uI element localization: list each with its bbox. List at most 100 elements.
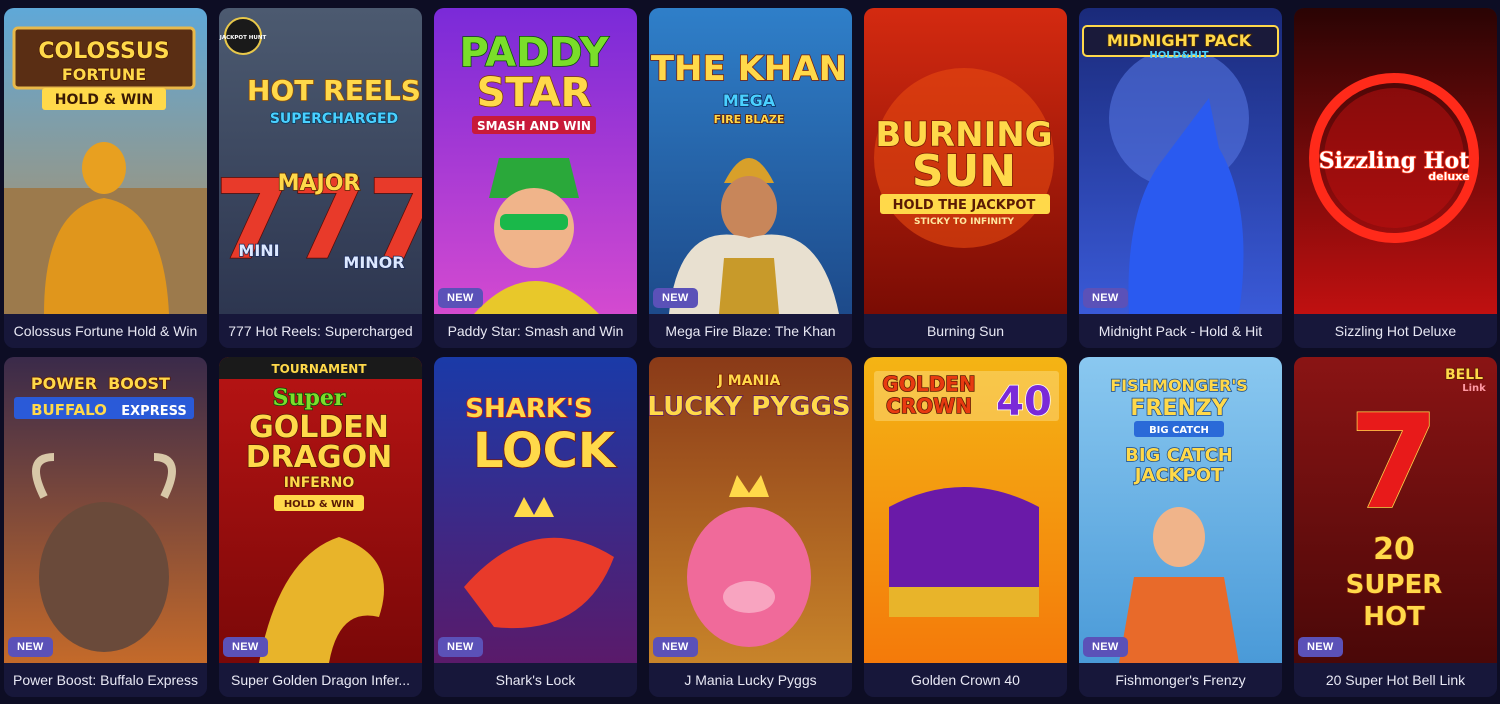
- game-title: 20 Super Hot Bell Link: [1325, 672, 1466, 688]
- new-badge: NEW: [438, 637, 483, 657]
- game-title-bar[interactable]: Golden Crown 40: [864, 663, 1067, 697]
- game-title: J Mania Lucky Pyggs: [684, 672, 817, 688]
- game-artwork: POWER BOOSTBUFFALO EXPRESS: [4, 357, 207, 663]
- game-tile[interactable]: FISHMONGER'S FRENZY BIG CATCH BIG CATCH JACK…: [1079, 357, 1282, 697]
- game-thumbnail[interactable]: MIDNIGHT PACK HOLD&HIT NEW: [1079, 8, 1282, 314]
- game-thumbnail[interactable]: POWER BOOST BUFFALO EXPRESS NEW: [4, 357, 207, 663]
- logo-text-3: 20: [1373, 532, 1415, 567]
- game-tile[interactable]: MIDNIGHT PACK HOLD&HIT NEW Midnight Pack - …: [1079, 8, 1282, 348]
- logo-text-4: DRAGON: [246, 440, 392, 475]
- game-title: Paddy Star: Smash and Win: [447, 323, 624, 339]
- logo-text-2: deluxe: [1428, 170, 1470, 183]
- logo-text-2: LOCK: [473, 423, 617, 479]
- logo-text-1: GOLDEN: [882, 372, 975, 396]
- game-title-bar[interactable]: Mega Fire Blaze: The Khan: [649, 314, 852, 348]
- game-tile[interactable]: J MANIA LUCKY PYGGS NEW J Mania Lucky Pyggs: [649, 357, 852, 697]
- logo-text-2: BOOST: [108, 374, 170, 393]
- game-tile[interactable]: COLOSSUS FORTUNE HOLD & WIN Colossus Fortun…: [4, 8, 207, 348]
- game-title: Burning Sun: [926, 323, 1005, 339]
- game-title: Midnight Pack - Hold & Hit: [1098, 323, 1263, 339]
- game-artwork: SHARK'SLOCK: [434, 357, 637, 663]
- game-tile[interactable]: JACKPOT HUNT HOT REELS SUPERCHARGED 777 MAJO…: [219, 8, 422, 348]
- game-thumbnail[interactable]: Sizzling Hot deluxe: [1294, 8, 1497, 314]
- game-title: Super Golden Dragon Infer...: [231, 672, 410, 688]
- new-badge: NEW: [1298, 637, 1343, 657]
- game-title: Fishmonger's Frenzy: [1115, 672, 1246, 688]
- game-tile[interactable]: POWER BOOST BUFFALO EXPRESS NEW Power Boost: …: [4, 357, 207, 697]
- game-title: Golden Crown 40: [911, 672, 1020, 688]
- game-thumbnail[interactable]: FISHMONGER'S FRENZY BIG CATCH BIG CATCH JACK…: [1079, 357, 1282, 663]
- logo-text-3: HOLD & WIN: [55, 92, 154, 108]
- logo-text-4: EXPRESS: [121, 404, 186, 419]
- game-title-bar[interactable]: J Mania Lucky Pyggs: [649, 663, 852, 697]
- logo-text-1: FISHMONGER'S: [1110, 376, 1248, 395]
- game-title-bar[interactable]: Colossus Fortune Hold & Win: [4, 314, 207, 348]
- game-title: Power Boost: Buffalo Express: [13, 672, 198, 688]
- game-thumbnail[interactable]: J MANIA LUCKY PYGGS NEW: [649, 357, 852, 663]
- game-title-bar[interactable]: Fishmonger's Frenzy: [1079, 663, 1282, 697]
- game-thumbnail[interactable]: GOLDEN CROWN 40: [864, 357, 1067, 663]
- logo-text-5: JACKPOT: [1133, 465, 1224, 486]
- new-badge: NEW: [1083, 288, 1128, 308]
- logo-text-6: HOLD & WIN: [284, 499, 354, 510]
- game-thumbnail[interactable]: JACKPOT HUNT HOT REELS SUPERCHARGED 777 MAJO…: [219, 8, 422, 314]
- game-thumbnail[interactable]: TOURNAMENT Super GOLDEN DRAGON INFERNO HOLD &…: [219, 357, 422, 663]
- game-title-bar[interactable]: Midnight Pack - Hold & Hit: [1079, 314, 1282, 348]
- game-title-bar[interactable]: 777 Hot Reels: Supercharged: [219, 314, 422, 348]
- logo-text-2: Super: [273, 385, 346, 411]
- logo-text-1: TOURNAMENT: [271, 362, 367, 376]
- new-badge: NEW: [653, 288, 698, 308]
- game-title: Shark's Lock: [495, 672, 576, 688]
- game-tile[interactable]: SHARK'S LOCK NEW Shark's Lock: [434, 357, 637, 697]
- logo-text-3: MAJOR: [278, 171, 361, 196]
- game-tile[interactable]: TOURNAMENT Super GOLDEN DRAGON INFERNO HOLD &…: [219, 357, 422, 697]
- warrior-head: [82, 142, 126, 194]
- pig-snout: [723, 581, 775, 613]
- game-title-bar[interactable]: Shark's Lock: [434, 663, 637, 697]
- logo-text-1: POWER: [31, 374, 97, 393]
- buffalo-head: [39, 502, 169, 652]
- game-artwork: GOLDENCROWN 40: [864, 357, 1067, 663]
- crown-band: [889, 587, 1039, 617]
- game-title-bar[interactable]: 20 Super Hot Bell Link: [1294, 663, 1497, 697]
- logo-text-5: INFERNO: [284, 475, 355, 491]
- game-thumbnail[interactable]: BURNING SUN HOLD THE JACKPOT STICKY TO INFI…: [864, 8, 1067, 314]
- logo-text-2: FORTUNE: [62, 65, 146, 84]
- logo-text-1: BELL: [1445, 367, 1483, 383]
- logo-text-2: Link: [1462, 383, 1486, 394]
- logo-text-2: STAR: [477, 70, 592, 116]
- game-tile[interactable]: GOLDEN CROWN 40 Golden Crown 40: [864, 357, 1067, 697]
- game-thumbnail[interactable]: PADDY STAR SMASH AND WIN NEW: [434, 8, 637, 314]
- logo-text-1: HOT REELS: [247, 74, 421, 107]
- game-tile[interactable]: BURNING SUN HOLD THE JACKPOT STICKY TO INFI…: [864, 8, 1067, 348]
- game-tile[interactable]: THE KHAN MEGA FIRE BLAZE NEW Mega Fire Blaze…: [649, 8, 852, 348]
- game-title: Mega Fire Blaze: The Khan: [665, 323, 836, 339]
- logo-text-1: MIDNIGHT PACK: [1107, 31, 1252, 50]
- logo-text-3: 40: [996, 379, 1052, 425]
- logo-text-1: THE KHAN: [651, 49, 847, 89]
- game-title-bar[interactable]: Burning Sun: [864, 314, 1067, 348]
- logo-text-4: STICKY TO INFINITY: [914, 217, 1015, 227]
- logo-text-2: HOLD&HIT: [1149, 50, 1208, 61]
- game-title-bar[interactable]: Paddy Star: Smash and Win: [434, 314, 637, 348]
- game-title-bar[interactable]: Power Boost: Buffalo Express: [4, 663, 207, 697]
- game-tile[interactable]: BELL Link 7 20 SUPER HOT NEW 20 Super Hot Bell …: [1294, 357, 1497, 697]
- logo-text-4: BIG CATCH: [1125, 445, 1233, 466]
- game-thumbnail[interactable]: THE KHAN MEGA FIRE BLAZE NEW: [649, 8, 852, 314]
- game-thumbnail[interactable]: SHARK'S LOCK NEW: [434, 357, 637, 663]
- seven-graphic: 7: [1349, 386, 1439, 538]
- game-tile[interactable]: PADDY STAR SMASH AND WIN NEW Paddy Star: Sma…: [434, 8, 637, 348]
- game-artwork: TOURNAMENTSuperGOLDENDRAGONINFERNOHOLD &…: [219, 357, 422, 663]
- new-badge: NEW: [223, 637, 268, 657]
- new-badge: NEW: [8, 637, 53, 657]
- game-title-bar[interactable]: Super Golden Dragon Infer...: [219, 663, 422, 697]
- game-artwork: COLOSSUSFORTUNE HOLD & WIN: [4, 8, 207, 314]
- game-thumbnail[interactable]: COLOSSUS FORTUNE HOLD & WIN: [4, 8, 207, 314]
- logo-text-4: MINI: [238, 241, 279, 260]
- game-title-bar[interactable]: Sizzling Hot Deluxe: [1294, 314, 1497, 348]
- new-badge: NEW: [438, 288, 483, 308]
- game-tile[interactable]: Sizzling Hot deluxe Sizzling Hot Deluxe: [1294, 8, 1497, 348]
- khan-face: [721, 176, 777, 240]
- logo-text-2: LUCKY PYGGS: [649, 392, 851, 422]
- game-thumbnail[interactable]: BELL Link 7 20 SUPER HOT NEW: [1294, 357, 1497, 663]
